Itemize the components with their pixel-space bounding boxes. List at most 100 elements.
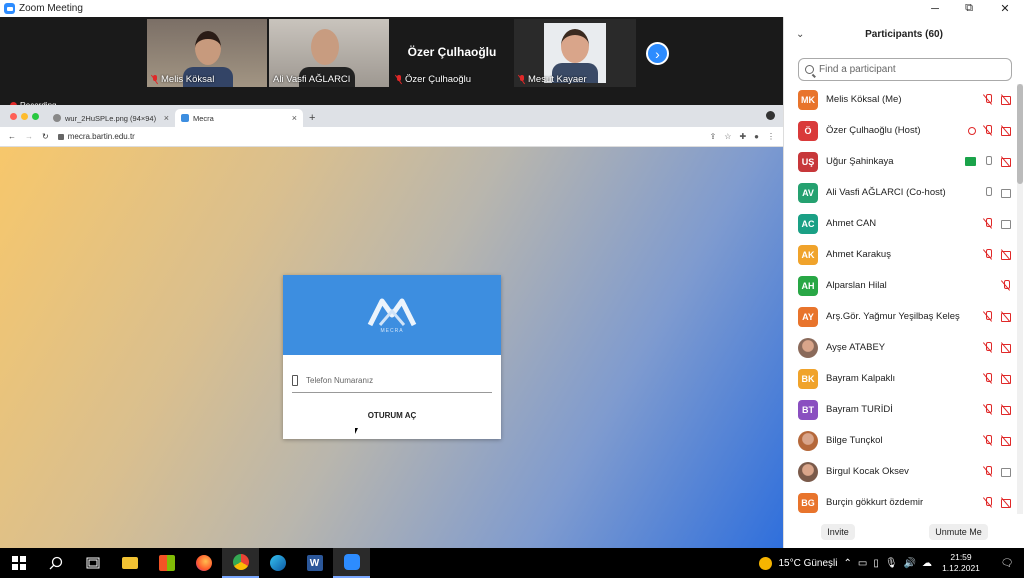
browser-tab-active[interactable]: Mecra × (175, 109, 303, 127)
edge-icon[interactable] (259, 548, 296, 578)
word-icon[interactable]: W (296, 548, 333, 578)
mic-icon (982, 187, 994, 198)
battery-icon[interactable]: ▯ (873, 558, 879, 569)
menu-dots-icon[interactable]: ⋮ (767, 132, 775, 141)
close-tab-icon[interactable]: × (292, 113, 297, 123)
zoom-logo-icon (4, 3, 15, 14)
participants-footer: Invite Unmute Me (784, 515, 1024, 548)
browser-toolbar: ← → ↻ mecra.bartin.edu.tr ⇪ ☆ ✚ ● ⋮ (0, 127, 783, 147)
taskbar-clock[interactable]: 21:59 1.12.2021 (938, 552, 984, 574)
chevron-up-icon[interactable]: ⌃ (843, 558, 851, 569)
chevron-right-icon[interactable]: › (646, 42, 669, 65)
onedrive-icon[interactable]: ☁ (922, 558, 932, 569)
browser-tab[interactable]: wur_2HuSPLe.png (94×94) × (47, 109, 175, 127)
video-tile[interactable]: Özer Çulhaoğlu Özer Çulhaoğlu (391, 19, 513, 87)
participant-status-icons (982, 187, 1012, 198)
video-tile[interactable]: Mesut Kayaer (514, 19, 636, 87)
participant-avatar: Ö (798, 120, 818, 141)
close-button[interactable]: ✕ (988, 0, 1022, 17)
microphone-icon[interactable]: 🎙 (885, 558, 898, 569)
clock-date: 1.12.2021 (942, 563, 980, 573)
participant-status-icons (982, 497, 1012, 508)
lock-icon (57, 133, 64, 140)
participant-status-icons (968, 125, 1012, 136)
profile-icon[interactable]: ● (754, 132, 759, 141)
participant-scrollbar[interactable] (1017, 84, 1023, 514)
camera-off-icon (1000, 156, 1012, 167)
mic-muted-icon (518, 75, 526, 84)
invite-button[interactable]: Invite (821, 523, 855, 540)
recording-status-icon (968, 125, 976, 136)
participant-photo-avatar (798, 430, 818, 451)
participant-status-icons (982, 435, 1012, 446)
task-view-icon[interactable] (74, 548, 111, 578)
participant-name: Alparslan Hilal (826, 280, 887, 291)
firefox-icon[interactable] (185, 548, 222, 578)
login-card: MECRA Telefon Numaranız OTURUM AÇ (283, 275, 501, 439)
participant-status-icons (982, 404, 1012, 415)
zoom-icon[interactable] (333, 548, 370, 578)
participant-row[interactable]: BT Bayram TURİDİ (784, 394, 1016, 425)
extensions-icon[interactable]: ✚ (739, 132, 746, 141)
mic-muted-icon (395, 75, 403, 84)
participant-row[interactable]: BG Burçin gökkurt özdemir (784, 487, 1016, 518)
participant-avatar: AY (798, 306, 818, 327)
bookmark-star-icon[interactable]: ☆ (724, 132, 731, 141)
restore-button[interactable]: ⧉ (952, 0, 986, 17)
windows-taskbar: W 15°C Güneşli ⌃ ▭ ▯ 🎙 🔊 ☁ 21:59 1.12.202… (0, 548, 1024, 578)
notifications-icon[interactable]: 🗨 (990, 558, 1024, 569)
windows-start-icon[interactable] (0, 548, 37, 578)
video-tile[interactable]: Melis Köksal (147, 19, 267, 87)
login-button[interactable]: OTURUM AÇ (283, 411, 501, 420)
participant-row[interactable]: AV Ali Vasfi AĞLARCI (Co-host) (784, 177, 1016, 208)
participant-row[interactable]: AH Alparslan Hilal (784, 270, 1016, 301)
phone-number-field[interactable]: Telefon Numaranız (292, 369, 492, 393)
participant-search-input[interactable]: Find a participant (798, 58, 1012, 81)
camera-off-icon (1000, 249, 1012, 260)
participant-row[interactable]: AK Ahmet Karakuş (784, 239, 1016, 270)
close-tab-icon[interactable]: × (164, 113, 169, 123)
file-explorer-icon[interactable] (111, 548, 148, 578)
participant-name: Ayşe ATABEY (826, 342, 886, 353)
participant-name: Uğur Şahinkaya (826, 156, 894, 167)
weather-text[interactable]: 15°C Güneşli (778, 558, 837, 569)
minimize-button[interactable]: ─ (918, 0, 952, 17)
tile-name: Melis Köksal (161, 74, 215, 85)
phone-placeholder: Telefon Numaranız (306, 376, 374, 385)
tab-search-icon[interactable] (766, 111, 775, 120)
new-tab-button[interactable]: + (303, 112, 321, 127)
participant-avatar: BT (798, 399, 818, 420)
chrome-icon[interactable] (222, 548, 259, 578)
search-icon[interactable] (37, 548, 74, 578)
participant-row[interactable]: Bilge Tunçkol (784, 425, 1016, 456)
participant-row[interactable]: MK Melis Köksal (Me) (784, 84, 1016, 115)
participant-row[interactable]: AY Arş.Gör. Yağmur Yeşilbaş Keleş (784, 301, 1016, 332)
browser-tools: ⇪ ☆ ✚ ● ⋮ (710, 132, 775, 141)
share-icon[interactable]: ⇪ (710, 132, 717, 141)
meeting-stage: Melis Köksal Ali Vasfi AĞLARCI Özer Çulh… (0, 17, 783, 548)
participant-row[interactable]: Ö Özer Çulhaoğlu (Host) (784, 115, 1016, 146)
unmute-me-button[interactable]: Unmute Me (929, 523, 988, 540)
video-tile[interactable]: Ali Vasfi AĞLARCI (269, 19, 389, 87)
store-icon[interactable] (148, 548, 185, 578)
participant-status-icons (982, 249, 1012, 260)
forward-button[interactable]: → (25, 132, 33, 141)
participant-row[interactable]: UŞ Uğur Şahinkaya (784, 146, 1016, 177)
browser-tabstrip: wur_2HuSPLe.png (94×94) × Mecra × + (0, 105, 783, 127)
participant-row[interactable]: AC Ahmet CAN (784, 208, 1016, 239)
reload-button[interactable]: ↻ (42, 132, 49, 141)
tab-label: wur_2HuSPLe.png (94×94) (65, 113, 157, 123)
chevron-down-icon[interactable]: ⌄ (796, 29, 804, 40)
mic-muted-icon (982, 342, 994, 353)
volume-icon[interactable]: 🔊 (904, 558, 916, 569)
address-bar[interactable]: mecra.bartin.edu.tr (57, 132, 701, 141)
mecra-logo-icon (367, 298, 417, 326)
participant-avatar: BG (798, 492, 818, 513)
participant-row[interactable]: BK Bayram Kalpaklı (784, 363, 1016, 394)
participant-row[interactable]: Birgul Kocak Oksev (784, 456, 1016, 487)
camera-off-icon (1000, 94, 1012, 105)
participant-row[interactable]: Ayşe ATABEY (784, 332, 1016, 363)
participant-name: Melis Köksal (Me) (826, 94, 902, 105)
back-button[interactable]: ← (8, 132, 16, 141)
network-icon[interactable]: ▭ (858, 558, 867, 569)
